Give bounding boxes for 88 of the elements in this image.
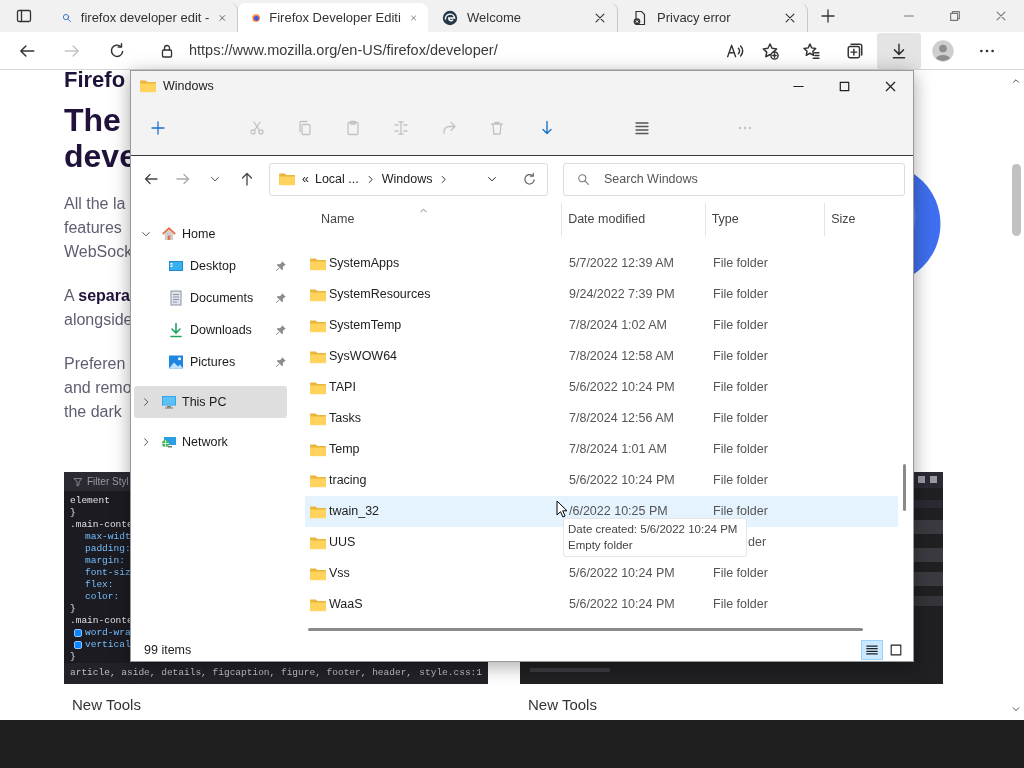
browser-tab[interactable]: Firefox Developer Editi bbox=[238, 3, 428, 32]
filter-text: Filter Styl bbox=[87, 475, 129, 489]
date-text: 5/6/2022 10:24 PM bbox=[569, 380, 675, 395]
nav-item[interactable]: Downloads bbox=[134, 314, 287, 347]
date-text: 5/6/2022 10:24 PM bbox=[569, 566, 675, 581]
paragraph-text: features bbox=[64, 218, 122, 238]
nav-item[interactable]: Documents bbox=[134, 282, 287, 315]
paragraph-text: Preferen bbox=[64, 354, 126, 374]
type-text: File folder bbox=[713, 473, 768, 488]
nav-item[interactable]: Network bbox=[134, 426, 287, 459]
headline-text: The bbox=[64, 102, 121, 138]
file-name: SystemResources bbox=[329, 286, 431, 304]
column-header[interactable]: Size bbox=[825, 203, 896, 237]
paragraph-text: WebSock bbox=[64, 242, 133, 262]
code-text: vertical bbox=[85, 639, 131, 652]
date-text: 5/7/2022 12:39 AM bbox=[569, 256, 674, 271]
tooltip-text: Empty folder bbox=[568, 538, 633, 553]
type-text: File folder bbox=[713, 256, 768, 271]
code-text: padding: bbox=[85, 543, 131, 556]
date-text: 5/6/2022 10:24 PM bbox=[569, 597, 675, 612]
file-name: SystemApps bbox=[329, 255, 400, 273]
code-text: .main-conte bbox=[70, 519, 133, 532]
code-text: article, aside, details, figcaption, figure, footer, header, bbox=[70, 666, 413, 681]
file-name: UUS bbox=[329, 534, 356, 552]
file-name: twain_32 bbox=[329, 503, 380, 521]
url-text[interactable]: https://www.mozilla.org/en-US/firefox/developer/ bbox=[189, 39, 712, 62]
paragraph-text: All the la bbox=[64, 194, 126, 214]
file-link[interactable]: style.css:1 bbox=[419, 666, 482, 681]
type-text: File folder bbox=[713, 380, 768, 395]
date-text: 7/8/2024 1:01 AM bbox=[569, 442, 667, 457]
code-text: margin: bbox=[85, 555, 125, 568]
type-text: File folder bbox=[713, 566, 768, 581]
file-name: Temp bbox=[329, 441, 360, 459]
date-text: /6/2022 10:25 PM bbox=[569, 504, 668, 519]
browser-tab[interactable]: Privacy error bbox=[618, 3, 808, 32]
file-name: Vss bbox=[329, 565, 350, 583]
date-text: 9/24/2022 7:39 PM bbox=[569, 287, 675, 302]
nav-item[interactable]: This PC bbox=[134, 386, 287, 419]
search-field[interactable]: Search Windows bbox=[563, 162, 905, 196]
file-name: SysWOW64 bbox=[329, 348, 398, 366]
file-name: Tasks bbox=[329, 410, 361, 428]
image-caption: New Tools bbox=[71, 695, 142, 715]
paragraph-text: and remo bbox=[64, 378, 132, 398]
date-text: 7/8/2024 12:58 AM bbox=[569, 349, 674, 364]
date-text: 5/6/2022 10:24 PM bbox=[569, 473, 675, 488]
type-text: File folder bbox=[713, 318, 768, 333]
type-text: File folder bbox=[713, 287, 768, 302]
file-name: SystemTemp bbox=[329, 317, 402, 335]
column-header[interactable]: Type bbox=[705, 203, 826, 237]
type-text: File folder bbox=[713, 504, 768, 519]
code-text: .main-conte bbox=[70, 615, 133, 628]
code-text: } bbox=[70, 651, 76, 664]
breadcrumb-item[interactable]: Windows bbox=[381, 170, 433, 189]
code-text: word-wra bbox=[85, 627, 131, 640]
code-text: } bbox=[70, 603, 76, 616]
date-text: 7/8/2024 12:56 AM bbox=[569, 411, 674, 426]
breadcrumb-item[interactable]: Local ... bbox=[314, 170, 359, 189]
file-name: TAPI bbox=[329, 379, 356, 397]
nav-item[interactable]: Desktop bbox=[134, 250, 287, 283]
address-box[interactable]: « Local ... Windows bbox=[269, 162, 548, 196]
type-text: File folder bbox=[713, 349, 768, 364]
file-name: WaaS bbox=[329, 596, 363, 614]
page-heading: Firefo bbox=[64, 70, 126, 92]
image-caption: New Tools bbox=[527, 695, 598, 715]
code-text: element bbox=[70, 495, 110, 508]
code-text: } bbox=[70, 507, 76, 520]
column-header[interactable]: Date modified bbox=[562, 203, 706, 237]
code-text: font-siz bbox=[85, 567, 131, 580]
status-text: 99 items bbox=[144, 641, 192, 659]
nav-item[interactable]: Home bbox=[134, 218, 287, 251]
paragraph-text: A separa bbox=[64, 286, 130, 306]
column-header[interactable]: Name bbox=[305, 203, 563, 237]
nav-item[interactable]: Pictures bbox=[134, 346, 287, 379]
type-text: File folder bbox=[713, 597, 768, 612]
paragraph-text: alongside bbox=[64, 310, 133, 330]
code-text: flex: bbox=[85, 579, 114, 592]
address-bar[interactable]: https://www.mozilla.org/en-US/firefox/developer/ bbox=[149, 35, 789, 66]
code-text: color: bbox=[85, 591, 120, 604]
window-title: Windows bbox=[163, 77, 214, 95]
file-name: tracing bbox=[329, 472, 367, 490]
paragraph-text: the dark bbox=[64, 402, 122, 422]
overflow-indicator[interactable]: « bbox=[302, 170, 309, 189]
type-text: File folder bbox=[713, 442, 768, 457]
type-text: File folder bbox=[713, 411, 768, 426]
date-text: 7/8/2024 1:02 AM bbox=[569, 318, 667, 333]
browser-tab[interactable]: Welcome bbox=[428, 3, 618, 32]
type-text: der bbox=[748, 535, 767, 550]
code-text: max-widt bbox=[85, 531, 131, 544]
